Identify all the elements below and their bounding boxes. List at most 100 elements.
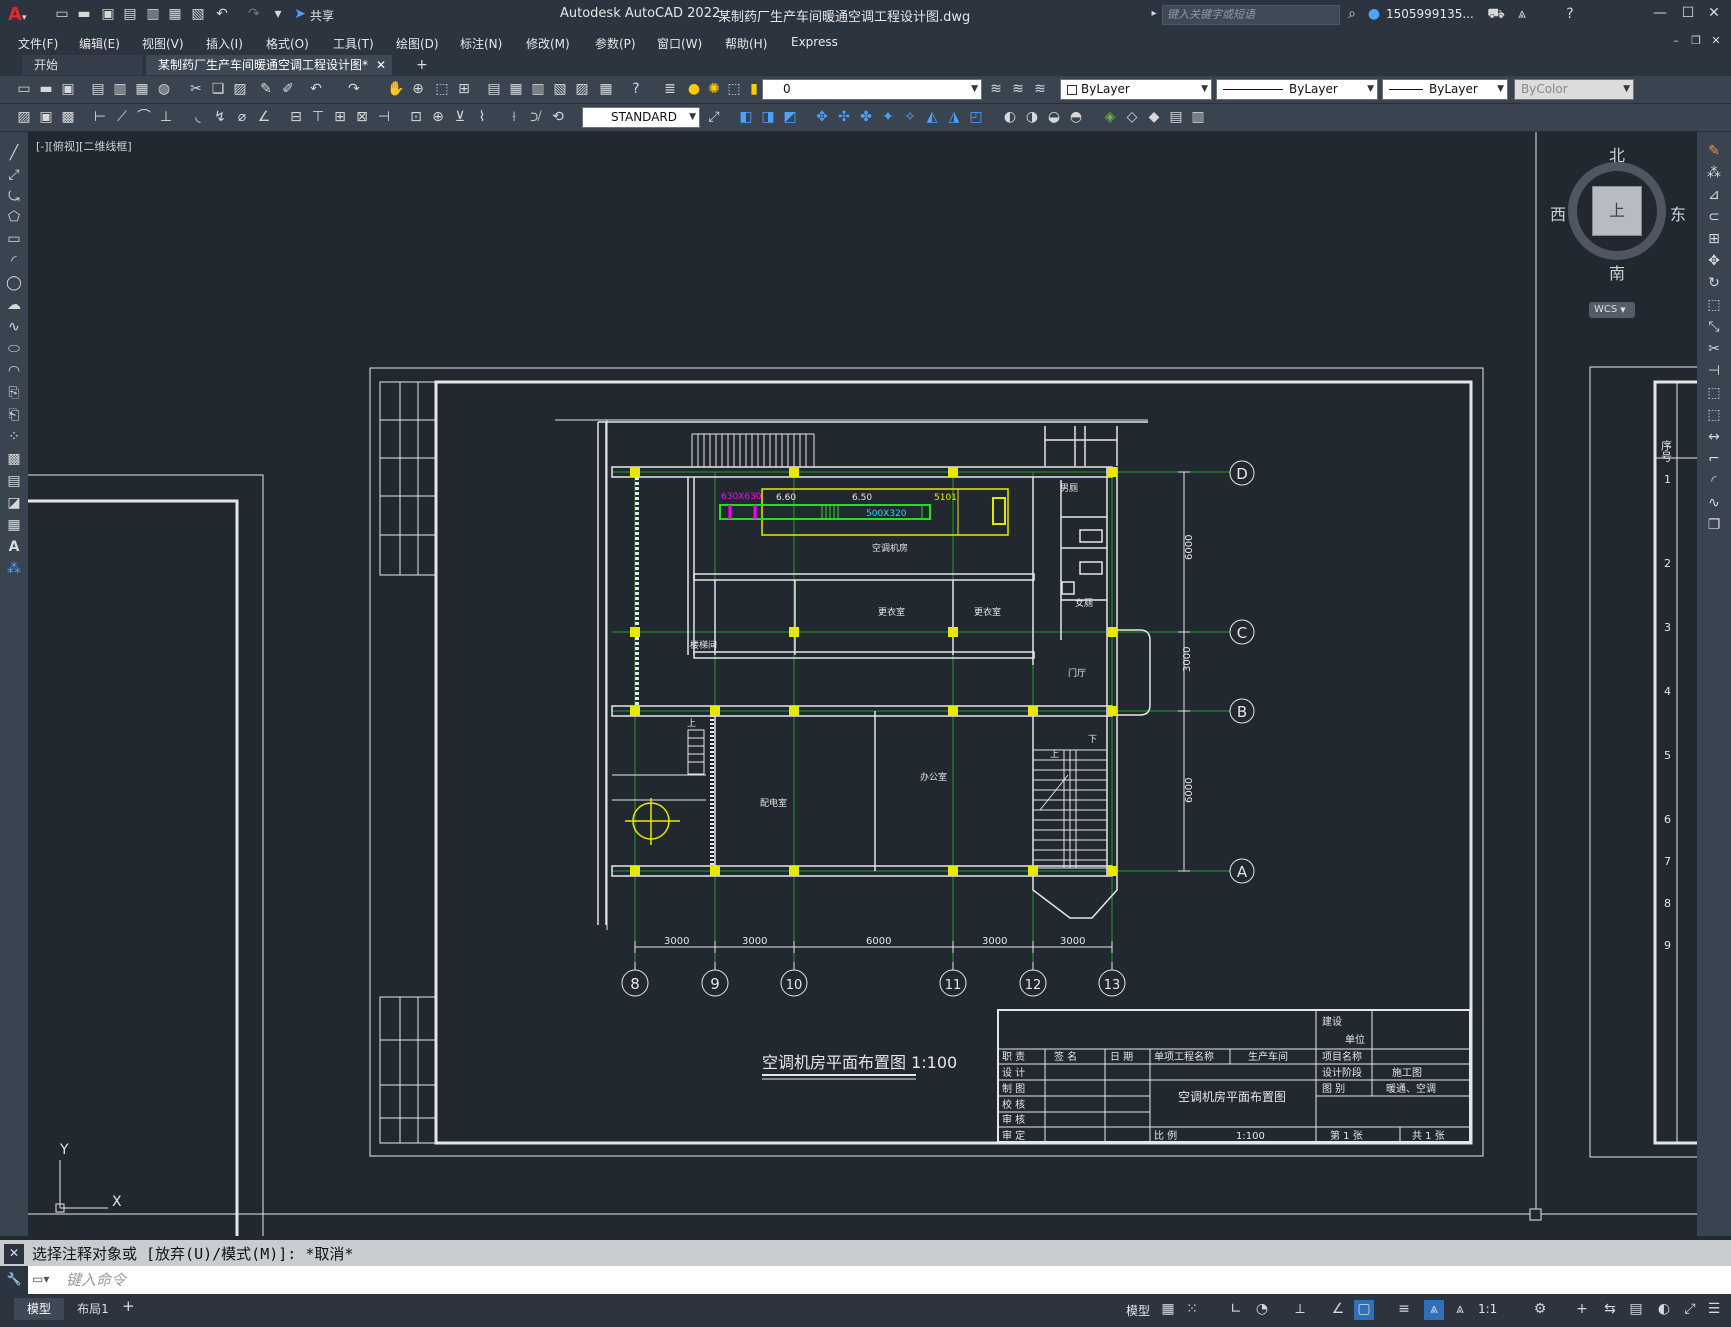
fillet-icon[interactable]: ◜	[1704, 472, 1724, 492]
viewport-controls-label[interactable]: [-][俯视][二维线框]	[36, 139, 132, 153]
zoom-previous-icon[interactable]: ⊞	[454, 80, 474, 100]
snap-icon[interactable]: ⁙	[1182, 1300, 1202, 1320]
doc-close-icon[interactable]: ✕	[1706, 32, 1726, 52]
extrude-icon[interactable]: ◭	[922, 108, 942, 128]
explode-icon[interactable]: ❐	[1704, 516, 1724, 536]
union-icon[interactable]: ◧	[736, 108, 756, 128]
layer-state-icon[interactable]: ≋	[1030, 80, 1050, 100]
quick-properties-icon[interactable]: ▤	[1626, 1300, 1646, 1320]
zoom-realtime-icon[interactable]: ⊕	[408, 80, 428, 100]
block-editor-icon[interactable]: ✐	[278, 80, 298, 100]
menu-window[interactable]: 窗口(W)	[657, 35, 702, 52]
view-manager-icon[interactable]: ▤	[1166, 108, 1186, 128]
table-tool-icon[interactable]: ▦	[4, 516, 24, 536]
array-3d-icon[interactable]: ✧	[900, 108, 920, 128]
gradient-icon[interactable]: ▤	[4, 472, 24, 492]
3d-dwf-icon[interactable]: ◍	[154, 80, 174, 100]
break-icon[interactable]: ⬚	[1704, 406, 1724, 426]
dim-aligned-icon[interactable]: ⟋	[112, 108, 132, 128]
search-expand-icon[interactable]: ▸	[1144, 5, 1164, 25]
tool-palettes-icon[interactable]: ▥	[528, 80, 548, 100]
tab-model[interactable]: 模型	[14, 1298, 64, 1320]
align-3d-icon[interactable]: ✤	[856, 108, 876, 128]
compass-north[interactable]: 北	[1609, 142, 1625, 166]
lights-icon[interactable]: ◒	[1044, 108, 1064, 128]
jogged-linear-icon[interactable]: ⌇	[472, 108, 492, 128]
command-customize-icon[interactable]: 🔧	[0, 1266, 28, 1294]
search-icon[interactable]: ⌕	[1342, 5, 1362, 25]
lineweight-dropdown[interactable]: ByLayer ▼	[1382, 79, 1508, 100]
polygon-tool-icon[interactable]: ⬠	[4, 208, 24, 228]
quick-dim-icon[interactable]: ⊟	[286, 108, 306, 128]
polyline-tool-icon[interactable]: ⤿	[4, 188, 24, 208]
text-style-dropdown[interactable]: STANDARD ▼	[582, 107, 700, 128]
rectangle-draw-icon[interactable]: ▭	[4, 230, 24, 250]
render-icon[interactable]: ◐	[1000, 108, 1020, 128]
layer-dropdown[interactable]: 0 ▼	[762, 79, 982, 100]
user-icon[interactable]: ●	[1364, 5, 1384, 25]
menu-modify[interactable]: 修改(M)	[526, 35, 570, 52]
compass-south[interactable]: 南	[1609, 260, 1625, 284]
layer-manager-icon[interactable]: ≣	[660, 80, 680, 100]
tab-start[interactable]: 开始	[22, 55, 142, 75]
close-icon[interactable]: ✕	[1704, 4, 1724, 24]
compass-west[interactable]: 西	[1550, 201, 1566, 225]
object-snap-icon[interactable]: ▢	[1354, 1300, 1374, 1320]
customize-qat-icon[interactable]: ▾	[268, 5, 288, 25]
lineweight-icon[interactable]: ≡	[1394, 1300, 1414, 1320]
match-prop-icon[interactable]: ✎	[256, 80, 276, 100]
command-input[interactable]: 键入命令	[66, 1270, 1706, 1290]
viewcube[interactable]: 上 北 南 西 东	[1550, 146, 1686, 283]
new-tab-button[interactable]: +	[404, 55, 440, 75]
erase-icon[interactable]: ✎	[1704, 142, 1724, 162]
viewcube-top-face[interactable]: 上	[1592, 186, 1642, 236]
redo-tb-icon[interactable]: ↷	[344, 80, 364, 100]
section-icon[interactable]: ◈	[1100, 108, 1120, 128]
hatch-draw-icon[interactable]: ▩	[4, 450, 24, 470]
new-file-icon[interactable]: ▭	[52, 5, 72, 25]
auto-scale-icon[interactable]: ⩓	[1450, 1300, 1470, 1320]
markup-icon[interactable]: ▨	[572, 80, 592, 100]
mirror-icon[interactable]: ⊿	[1704, 186, 1724, 206]
layer-previous-icon[interactable]: ≋	[1008, 80, 1028, 100]
paste-icon[interactable]: ▨	[230, 80, 250, 100]
doc-minimize-icon[interactable]: –	[1666, 32, 1686, 52]
properties-icon[interactable]: ▤	[484, 80, 504, 100]
stretch-icon[interactable]: ⤡	[1704, 318, 1724, 338]
copy-object-icon[interactable]: ⁂	[1704, 164, 1724, 184]
menu-dimension[interactable]: 标注(N)	[460, 35, 502, 52]
polar-icon[interactable]: ◔	[1252, 1300, 1272, 1320]
linetype-dropdown[interactable]: ByLayer ▼	[1216, 79, 1378, 100]
qnew-icon[interactable]: ▭	[14, 80, 34, 100]
open-icon[interactable]: ▬	[36, 80, 56, 100]
calculator-icon[interactable]: ▦	[596, 80, 616, 100]
command-recent-icon[interactable]: ▭▾	[32, 1272, 49, 1286]
save-icon[interactable]: ▣	[98, 5, 118, 25]
dim-update-icon[interactable]: ⟲	[548, 108, 568, 128]
publish-tb-icon[interactable]: ▦	[132, 80, 152, 100]
share-icon[interactable]: ➤	[290, 5, 310, 25]
tab-document[interactable]: 某制药厂生产车间暖通空调工程设计图* ✕	[146, 55, 392, 75]
dim-ordinate-icon[interactable]: ⊥	[156, 108, 176, 128]
customize-status-icon[interactable]: ☰	[1704, 1300, 1724, 1320]
insert-block-icon[interactable]: ⎘	[4, 384, 24, 404]
wcs-menu[interactable]: WCS ▼	[1589, 302, 1635, 318]
doc-restore-icon[interactable]: ❐	[1686, 32, 1706, 52]
dim-radius-icon[interactable]: ◟	[188, 108, 208, 128]
move-3d-icon[interactable]: ✥	[812, 108, 832, 128]
tab-layout1[interactable]: 布局1	[68, 1298, 118, 1320]
move-icon[interactable]: ✥	[1704, 252, 1724, 272]
annotation-scale[interactable]: 1:1	[1478, 1302, 1497, 1316]
break-point-icon[interactable]: ⬚	[1704, 384, 1724, 404]
line-tool-icon[interactable]: ╱	[4, 144, 24, 164]
open-file-icon[interactable]: ▬	[74, 5, 94, 25]
clean-screen-icon[interactable]: ⤢	[1680, 1300, 1700, 1320]
menu-express[interactable]: Express	[791, 35, 838, 49]
menu-format[interactable]: 格式(O)	[266, 35, 309, 52]
plot-icon[interactable]: ▧	[188, 5, 208, 25]
add-layout-button[interactable]: +	[122, 1297, 135, 1315]
menu-file[interactable]: 文件(F)	[18, 35, 58, 52]
extend-icon[interactable]: ⊣	[1704, 362, 1724, 382]
user-name[interactable]: 1505999135...	[1386, 7, 1474, 21]
autodesk-app-icon[interactable]: ⩓	[1512, 5, 1532, 25]
